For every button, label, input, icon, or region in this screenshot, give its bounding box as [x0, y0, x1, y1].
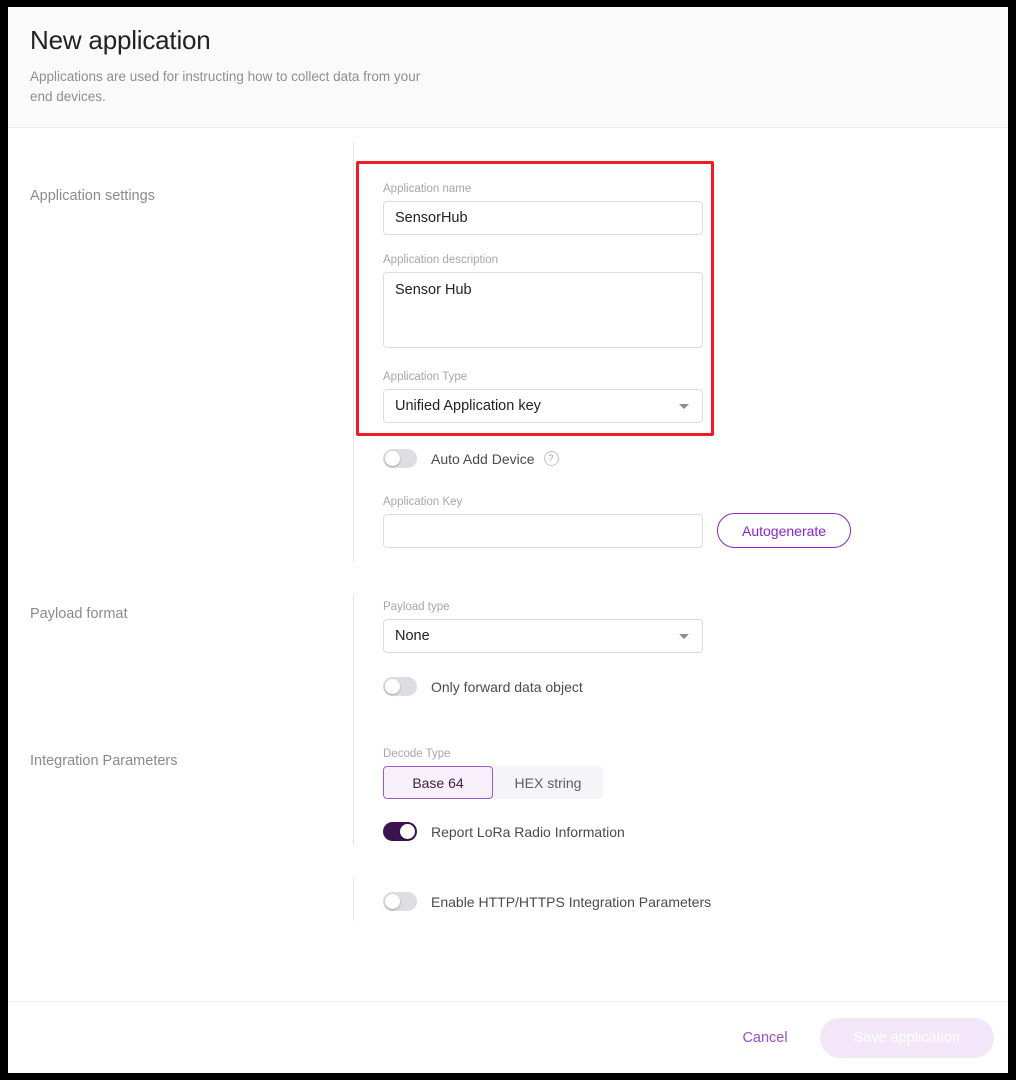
section-label-application-settings: Application settings	[30, 188, 155, 204]
field-application-type: Application Type Unified Application key	[383, 370, 1008, 423]
application-key-input[interactable]	[383, 514, 703, 548]
application-type-value: Unified Application key	[395, 398, 541, 414]
row-report-lora-radio-information: Report LoRa Radio Information	[383, 822, 1008, 841]
section-divider	[353, 142, 354, 562]
page-subtitle: Applications are used for instructing ho…	[30, 69, 421, 104]
page-header: New application Applications are used fo…	[8, 7, 1008, 128]
application-type-label: Application Type	[383, 371, 468, 383]
row-auto-add-device: Auto Add Device ?	[383, 449, 1008, 468]
toggle-knob	[400, 824, 415, 839]
toggle-knob	[385, 451, 400, 466]
section-application-settings: Application settings Application name Se…	[8, 128, 1008, 562]
enable-http-integration-parameters-toggle[interactable]	[383, 892, 417, 911]
chevron-down-icon	[679, 633, 689, 639]
section-label-integration-parameters: Integration Parameters	[30, 753, 178, 769]
application-key-label: Application Key	[383, 496, 463, 508]
application-description-input[interactable]: Sensor Hub	[383, 272, 703, 348]
payload-format-fields: Payload type None Only forward data obje…	[353, 594, 1008, 734]
autogenerate-button[interactable]: Autogenerate	[717, 513, 852, 548]
decode-type-option-hex-string[interactable]: HEX string	[493, 766, 603, 799]
page-title: New application	[30, 25, 211, 55]
only-forward-data-object-toggle[interactable]	[383, 677, 417, 696]
report-lora-radio-information-toggle[interactable]	[383, 822, 417, 841]
application-key-group: Application Key	[383, 495, 703, 548]
application-description-label: Application description	[383, 254, 499, 266]
decode-type-option-base64[interactable]: Base 64	[383, 766, 493, 799]
cancel-button[interactable]: Cancel	[728, 1022, 801, 1054]
toggle-knob	[385, 894, 400, 909]
section-payload-format: Payload format Payload type None Only fo…	[8, 548, 1008, 734]
report-lora-radio-information-label: Report LoRa Radio Information	[431, 823, 625, 840]
help-icon[interactable]: ?	[543, 451, 559, 466]
row-enable-http-integration-parameters: Enable HTTP/HTTPS Integration Parameters	[383, 892, 1008, 911]
section-label-payload-format: Payload format	[30, 606, 128, 622]
application-type-select[interactable]: Unified Application key	[383, 389, 703, 423]
application-settings-fields: Application name SensorHub Application d…	[353, 142, 1008, 562]
field-payload-type: Payload type None	[383, 600, 1008, 653]
section-divider-secondary	[353, 877, 354, 921]
only-forward-data-object-label: Only forward data object	[431, 678, 583, 695]
page-footer: Cancel Save application	[8, 1001, 1008, 1073]
screenshot-frame: New application Applications are used fo…	[0, 0, 1016, 1080]
save-application-button[interactable]: Save application	[819, 1017, 994, 1058]
payload-type-label: Payload type	[383, 601, 450, 613]
field-application-description: Application description Sensor Hub	[383, 253, 1008, 348]
chevron-down-icon	[679, 403, 689, 409]
row-only-forward-data-object: Only forward data object	[383, 677, 1008, 696]
section-divider	[353, 733, 354, 845]
section-integration-parameters: Integration Parameters Decode Type Base …	[8, 696, 1008, 921]
payload-type-select[interactable]: None	[383, 619, 703, 653]
form-body: Application settings Application name Se…	[8, 128, 1008, 921]
integration-parameters-fields: Decode Type Base 64 HEX string Report Lo…	[353, 733, 1008, 921]
application-name-label: Application name	[383, 183, 472, 195]
decode-type-label: Decode Type	[383, 748, 451, 760]
decode-type-segmented-control: Base 64 HEX string	[383, 766, 603, 799]
auto-add-device-toggle[interactable]	[383, 449, 417, 468]
auto-add-device-label: Auto Add Device	[431, 450, 535, 467]
toggle-knob	[385, 679, 400, 694]
field-application-key: Application Key Autogenerate	[383, 495, 1008, 548]
field-application-name: Application name SensorHub	[383, 182, 1008, 235]
enable-http-integration-parameters-label: Enable HTTP/HTTPS Integration Parameters	[431, 893, 712, 910]
new-application-page: New application Applications are used fo…	[8, 7, 1008, 1073]
field-decode-type: Decode Type Base 64 HEX string	[383, 747, 1008, 799]
application-name-input[interactable]: SensorHub	[383, 201, 703, 235]
payload-type-value: None	[395, 628, 430, 644]
